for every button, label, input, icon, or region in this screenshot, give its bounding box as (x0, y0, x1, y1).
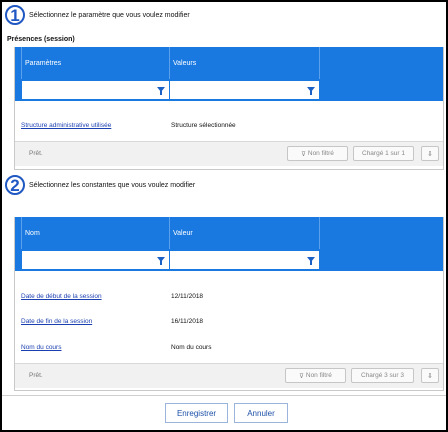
filter-valeurs-input[interactable] (170, 81, 319, 99)
dialog-footer: Enregistrer Annuler (2, 395, 446, 430)
export-icon: ⇩ (427, 150, 433, 158)
status-text: Prêt. (29, 150, 43, 157)
parameter-value: Structure sélectionnée (171, 122, 236, 129)
filter-row (15, 249, 443, 271)
filter-parametres-input[interactable] (22, 81, 169, 99)
column-header-valeurs[interactable]: Valeurs (169, 47, 319, 79)
status-text: Prêt. (29, 372, 43, 379)
constant-value: 12/11/2018 (171, 293, 204, 300)
filter-icon[interactable] (307, 257, 315, 265)
filter-off-icon: ⊽ (301, 150, 306, 158)
table-row[interactable]: Date de fin de la session 16/11/2018 (15, 311, 443, 331)
filter-icon[interactable] (307, 87, 315, 95)
filter-status-label: Non filtré (307, 150, 334, 157)
filter-icon[interactable] (157, 257, 165, 265)
step-2-badge: 2 (5, 175, 25, 195)
step-1-badge: 1 (5, 5, 25, 25)
save-button[interactable]: Enregistrer (165, 403, 228, 423)
export-icon: ⇩ (427, 372, 433, 380)
dialog: 1 Sélectionnez le paramètre que vous vou… (2, 2, 446, 430)
table-row[interactable]: Date de début de la session 12/11/2018 (15, 286, 443, 306)
column-header-valeur[interactable]: Valeur (169, 217, 319, 249)
page-status-button[interactable]: Chargé 1 sur 1 (353, 146, 414, 161)
cancel-button[interactable]: Annuler (234, 403, 288, 423)
filter-off-icon: ⊽ (299, 372, 304, 380)
grid-header: Paramètres Valeurs (15, 47, 443, 79)
filter-row (15, 79, 443, 101)
step-2-text: Sélectionnez les constantes que vous vou… (29, 181, 196, 189)
grid-status-bar: Prêt. ⊽ Non filtré Chargé 3 sur 3 ⇩ (15, 363, 443, 388)
page-status-label: Chargé 3 sur 3 (361, 372, 404, 379)
grid-header: Nom Valeur (15, 217, 443, 249)
parameter-link[interactable]: Structure administrative utilisée (21, 122, 111, 129)
page-status-button[interactable]: Chargé 3 sur 3 (351, 368, 414, 383)
filter-status-button[interactable]: ⊽ Non filtré (285, 368, 346, 383)
filter-status-label: Non filtré (305, 372, 332, 379)
section-title: Présences (session) (7, 36, 75, 43)
filter-status-button[interactable]: ⊽ Non filtré (287, 146, 348, 161)
table-row[interactable]: Structure administrative utilisée Struct… (15, 115, 443, 135)
step-1-text: Sélectionnez le paramètre que vous voule… (29, 11, 190, 19)
parameters-grid: Paramètres Valeurs Structure administrat… (14, 47, 444, 170)
step-2-instruction: 2 Sélectionnez les constantes que vous v… (5, 175, 195, 195)
column-header-parametres[interactable]: Paramètres (21, 47, 169, 79)
table-row[interactable]: Nom du cours Nom du cours (15, 337, 443, 357)
constant-value: 16/11/2018 (171, 318, 204, 325)
grid-status-bar: Prêt. ⊽ Non filtré Chargé 1 sur 1 ⇩ (15, 141, 443, 166)
filter-icon[interactable] (157, 87, 165, 95)
constant-link[interactable]: Date de début de la session (21, 293, 102, 300)
export-button[interactable]: ⇩ (421, 146, 439, 161)
constant-value: Nom du cours (171, 344, 212, 351)
page-status-label: Chargé 1 sur 1 (362, 150, 405, 157)
step-1-instruction: 1 Sélectionnez le paramètre que vous vou… (5, 5, 190, 25)
column-header-nom[interactable]: Nom (21, 217, 169, 249)
filter-valeur-input[interactable] (170, 251, 319, 269)
export-button[interactable]: ⇩ (421, 368, 439, 383)
filter-nom-input[interactable] (22, 251, 169, 269)
constant-link[interactable]: Nom du cours (21, 344, 61, 351)
constants-grid: Nom Valeur Date de début de la session 1… (14, 217, 444, 391)
constant-link[interactable]: Date de fin de la session (21, 318, 92, 325)
